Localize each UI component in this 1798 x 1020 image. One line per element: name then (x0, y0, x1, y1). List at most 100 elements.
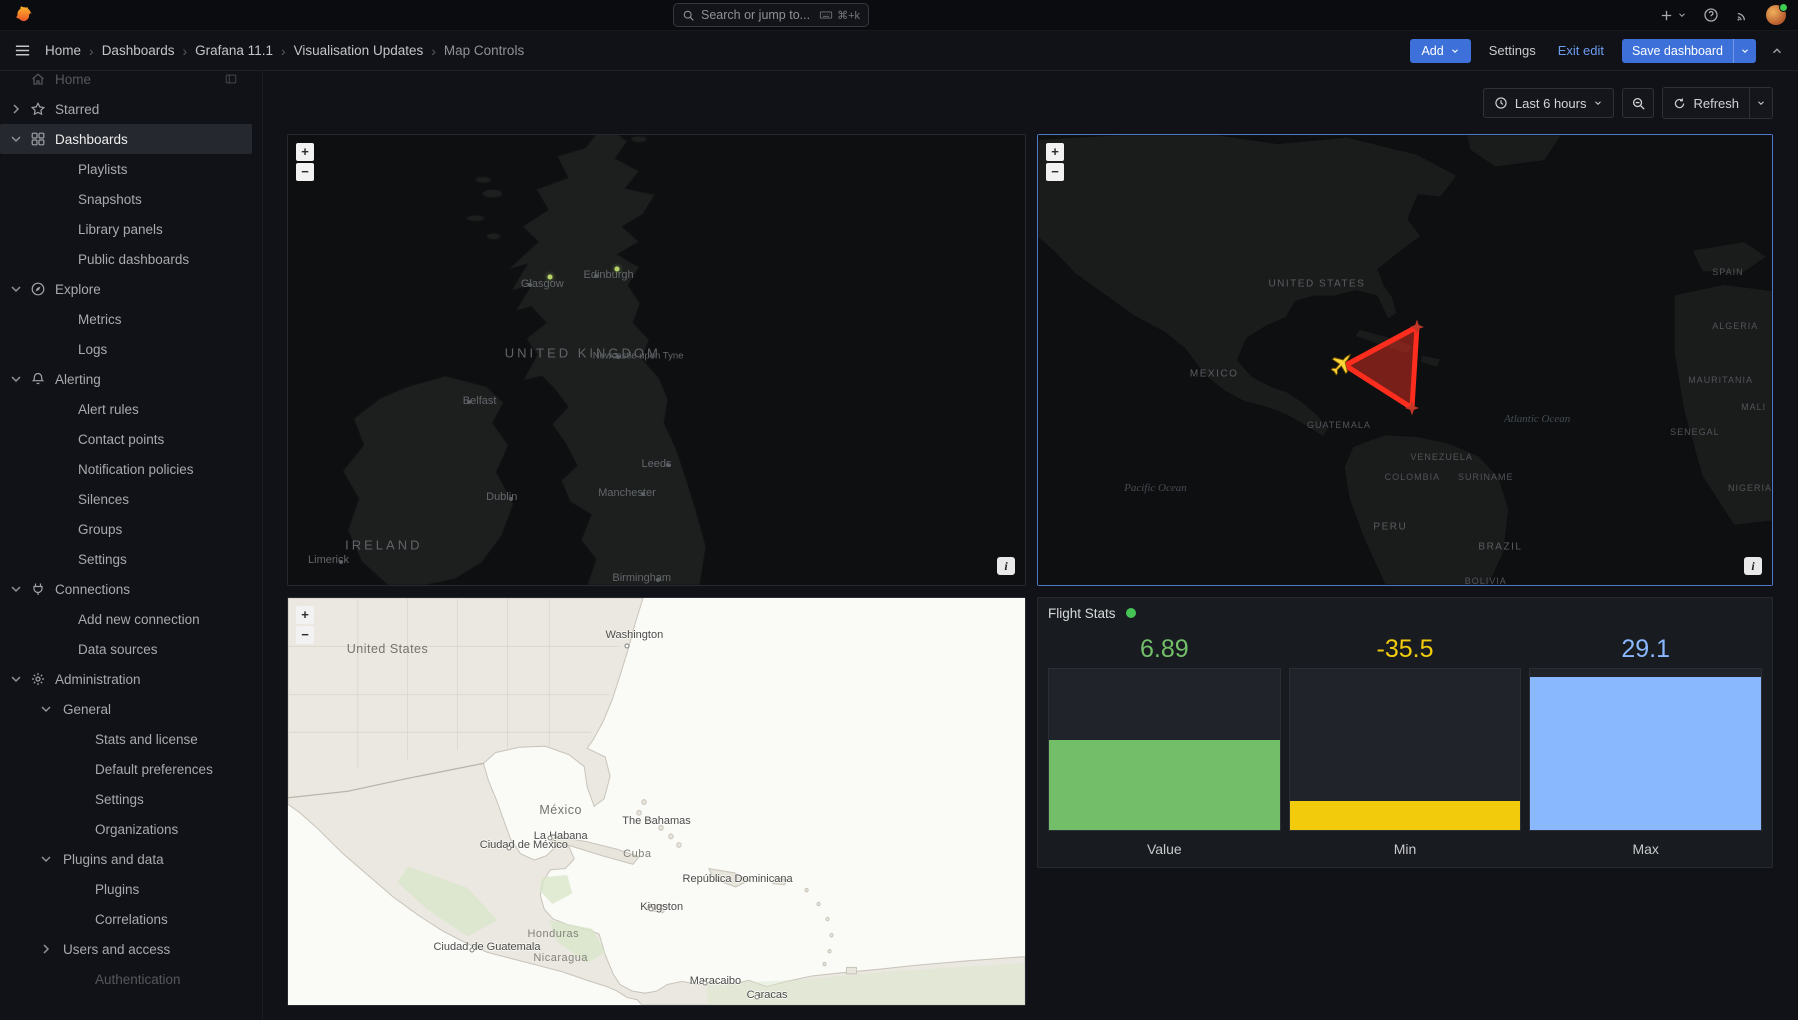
add-menu-button[interactable] (1659, 8, 1687, 23)
sidebar-item-snapshots[interactable]: Snapshots (0, 184, 252, 214)
sidebar-item-groups[interactable]: Groups (0, 514, 252, 544)
top-bar: Search or jump to... ⌘+k (0, 0, 1798, 31)
breadcrumb-dashboard[interactable]: Visualisation Updates (294, 43, 424, 58)
sidebar-item-playlists[interactable]: Playlists (0, 154, 252, 184)
map-label: The Bahamas (622, 815, 690, 827)
breadcrumb-home[interactable]: Home (45, 43, 81, 58)
sidebar-item-plugins-and-data[interactable]: Plugins and data (0, 844, 252, 874)
sidebar-item-general[interactable]: General (0, 694, 252, 724)
sidebar-item-public-dashboards[interactable]: Public dashboards (0, 244, 252, 274)
map-zoom-controls: + − (296, 606, 314, 644)
map-label: Belfast (463, 395, 497, 407)
sidebar-item-connections[interactable]: Connections (0, 574, 252, 604)
breadcrumb-dashboards[interactable]: Dashboards (102, 43, 175, 58)
chevron-right-icon[interactable] (38, 941, 54, 957)
sidebar-item-home[interactable]: Home (0, 71, 252, 94)
home-icon (30, 71, 46, 87)
search-input[interactable]: Search or jump to... ⌘+k (673, 3, 869, 27)
save-options-button[interactable] (1733, 39, 1756, 63)
sidebar-item-notification-policies[interactable]: Notification policies (0, 454, 252, 484)
time-range-button[interactable]: Last 6 hours (1483, 88, 1615, 118)
add-button[interactable]: Add (1410, 39, 1470, 63)
avatar[interactable] (1766, 5, 1786, 25)
map-marker (547, 836, 552, 841)
sidebar-item-add-new-connection[interactable]: Add new connection (0, 604, 252, 634)
menu-toggle-button[interactable] (14, 42, 31, 59)
chevron-down-icon[interactable] (8, 581, 24, 597)
grafana-logo-icon[interactable] (12, 4, 34, 26)
zoom-out-time-button[interactable] (1622, 88, 1654, 118)
sidebar-item-library-panels[interactable]: Library panels (0, 214, 252, 244)
sidebar-item-metrics[interactable]: Metrics (0, 304, 252, 334)
sidebar-item-silences[interactable]: Silences (0, 484, 252, 514)
airports-map[interactable]: GlasgowEdinburghNewcastle upon TyneUNITE… (288, 135, 1025, 585)
dock-sidebar-icon[interactable] (224, 72, 238, 86)
topbar-actions (1659, 5, 1786, 25)
zoom-out-button[interactable]: − (1046, 163, 1064, 181)
map-label: Birmingham (612, 572, 671, 584)
zoom-in-button[interactable]: + (296, 606, 314, 624)
sidebar-item-plugins[interactable]: Plugins (0, 874, 252, 904)
map-label: GUATEMALA (1307, 420, 1371, 430)
sidebar-item-authentication[interactable]: Authentication (0, 964, 252, 994)
news-button[interactable] (1735, 8, 1750, 23)
settings-button[interactable]: Settings (1485, 38, 1540, 63)
sidebar-item-contact-points[interactable]: Contact points (0, 424, 252, 454)
collapse-toolbar-button[interactable] (1770, 44, 1784, 58)
refresh-button[interactable]: Refresh (1663, 88, 1749, 118)
panel-flight-stats: Flight Stats 6.89 Value -35.5 Min 29.1 M… (1037, 597, 1773, 868)
chevron-down-icon (1677, 10, 1687, 20)
sidebar-item-alert-rules[interactable]: Alert rules (0, 394, 252, 424)
sidebar-item-data-sources[interactable]: Data sources (0, 634, 252, 664)
sidebar-item-general-settings[interactable]: Settings (0, 784, 252, 814)
map-marker (594, 274, 598, 278)
sidebar-item-alerting-settings[interactable]: Settings (0, 544, 252, 574)
zoom-in-button[interactable]: + (296, 143, 314, 161)
map-attribution-button[interactable]: i (1744, 557, 1762, 575)
map-label: Cuba (623, 848, 651, 860)
bar-gauge (1529, 668, 1762, 831)
map-attribution-button[interactable]: i (997, 557, 1015, 575)
help-icon (1703, 7, 1719, 23)
sidebar-item-administration[interactable]: Administration (0, 664, 252, 694)
zoom-out-button[interactable]: − (296, 163, 314, 181)
zoom-out-button[interactable]: − (296, 626, 314, 644)
search-placeholder: Search or jump to... (701, 8, 810, 22)
map-label: NIGERIA (1728, 483, 1772, 493)
refresh-interval-button[interactable] (1749, 88, 1772, 118)
map-label: United States (347, 642, 429, 656)
map-label: BOLIVIA (1465, 576, 1507, 586)
sidebar-item-explore[interactable]: Explore (0, 274, 252, 304)
save-dashboard-button[interactable]: Save dashboard (1622, 39, 1756, 63)
chevron-right-icon[interactable] (8, 101, 24, 117)
sidebar-item-dashboards[interactable]: Dashboards (0, 124, 252, 154)
chevron-down-icon[interactable] (8, 371, 24, 387)
chevron-down-icon[interactable] (38, 851, 54, 867)
panel-flight-stats-header[interactable]: Flight Stats (1038, 598, 1772, 628)
sidebar-item-stats-and-license[interactable]: Stats and license (0, 724, 252, 754)
map-label: Limerick (308, 554, 349, 566)
bar-gauge (1048, 668, 1281, 831)
chevron-down-icon[interactable] (38, 701, 54, 717)
usa-map[interactable]: WashingtonUnited StatesMéxicoCiudad de M… (288, 598, 1025, 1005)
map-label: UNITED KINGDOM (505, 346, 661, 361)
sidebar-item-default-preferences[interactable]: Default preferences (0, 754, 252, 784)
zoom-in-button[interactable]: + (1046, 143, 1064, 161)
chevron-down-icon[interactable] (8, 671, 24, 687)
sidebar-item-logs[interactable]: Logs (0, 334, 252, 364)
danger-zone-map[interactable]: UNITED STATESMEXICOGUATEMALAVENEZUELACOL… (1038, 135, 1772, 585)
breadcrumb-folder[interactable]: Grafana 11.1 (195, 43, 273, 58)
sidebar-item-organizations[interactable]: Organizations (0, 814, 252, 844)
sidebar-item-users-and-access[interactable]: Users and access (0, 934, 252, 964)
sidebar-item-starred[interactable]: Starred (0, 94, 252, 124)
sidebar-item-alerting[interactable]: Alerting (0, 364, 252, 394)
map-label: La Habana (534, 830, 588, 842)
help-button[interactable] (1703, 7, 1719, 23)
sidebar-item-correlations[interactable]: Correlations (0, 904, 252, 934)
sidebar-scroll[interactable]: Home Starred Dashboards Playlists Snapsh… (0, 71, 262, 994)
chevron-down-icon[interactable] (8, 131, 24, 147)
chevron-down-icon[interactable] (8, 281, 24, 297)
clock-icon (1494, 96, 1508, 110)
map-marker (625, 644, 630, 649)
exit-edit-button[interactable]: Exit edit (1554, 38, 1608, 63)
